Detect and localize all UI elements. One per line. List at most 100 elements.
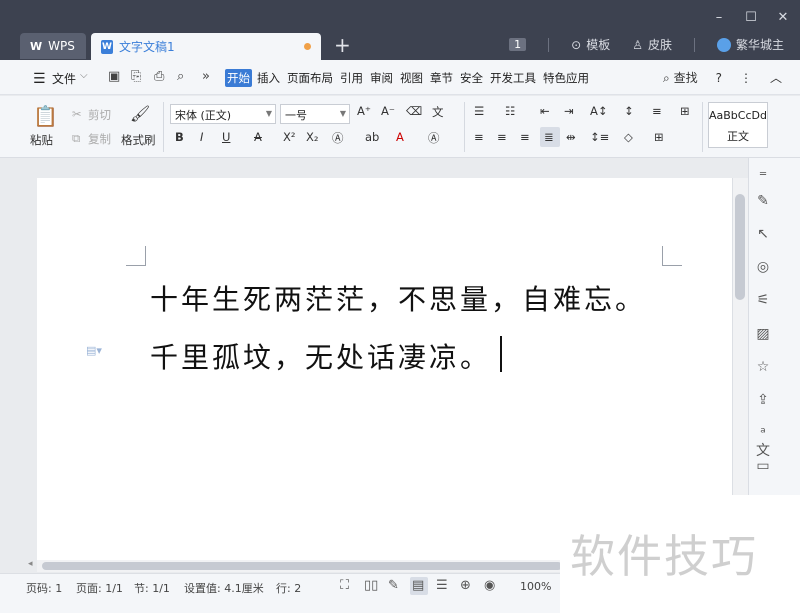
text-line-1[interactable]: 十年生死两茫茫，不思量，自难忘。	[150, 278, 646, 318]
align-justify-icon[interactable]: ≣	[544, 130, 554, 144]
paste-button[interactable]: 粘贴	[30, 132, 53, 148]
superscript-button[interactable]: X²	[283, 130, 296, 144]
format-painter-icon[interactable]: 🖌	[130, 104, 150, 123]
tab-special[interactable]: 特色应用	[541, 69, 591, 87]
align-center-icon[interactable]: ≡	[497, 130, 507, 144]
scroll-left-icon[interactable]: ◂	[28, 559, 33, 569]
image-icon[interactable]: ▨	[754, 325, 772, 343]
collapse-ribbon-icon[interactable]: ︿	[770, 69, 782, 86]
font-size-select[interactable]: 一号 ▼	[280, 104, 350, 124]
font-color-icon[interactable]: A	[396, 130, 404, 144]
tab-home[interactable]: 开始	[225, 69, 252, 87]
bold-button[interactable]: B	[175, 130, 184, 144]
read-mode-icon[interactable]: ▯▯	[364, 578, 378, 593]
minimize-button[interactable]: –	[712, 10, 726, 25]
writer-doc-icon: W	[101, 39, 113, 54]
search-button[interactable]: ⌕ 查找	[663, 69, 698, 86]
shading-icon[interactable]: ◇	[624, 130, 633, 144]
template-button[interactable]: ⊙ 模板	[571, 36, 610, 53]
star-icon[interactable]: ☆	[754, 358, 772, 376]
shapes-icon[interactable]: ◎	[754, 258, 772, 276]
hamburger-icon[interactable]: ☰	[33, 71, 46, 87]
grow-font-icon[interactable]: A⁺	[357, 104, 371, 118]
pinyin-icon[interactable]: 文	[432, 104, 444, 120]
tab-page-layout[interactable]: 页面布局	[285, 69, 335, 87]
help-button[interactable]: ?	[716, 71, 722, 85]
tab-security[interactable]: 安全	[458, 69, 485, 87]
copy-button[interactable]: 复制	[88, 131, 111, 147]
tab-review[interactable]: 审阅	[368, 69, 395, 87]
maximize-button[interactable]: ☐	[744, 10, 758, 25]
tab-view[interactable]: 视图	[398, 69, 425, 87]
pen-icon[interactable]: ✎	[754, 192, 772, 210]
style-sample: AaBbCcDd	[709, 109, 767, 122]
tab-document[interactable]: W 文字文稿1	[91, 33, 321, 60]
sort-icon[interactable]: ↕	[624, 104, 634, 118]
vertical-scroll-thumb[interactable]	[735, 194, 745, 300]
user-account[interactable]: 繁华城主	[716, 36, 784, 53]
print-preview-icon[interactable]: ⌕	[177, 69, 184, 84]
tab-section[interactable]: 章节	[428, 69, 455, 87]
tab-developer[interactable]: 开发工具	[488, 69, 538, 87]
increase-indent-icon[interactable]: ⇥	[564, 104, 574, 118]
tab-references[interactable]: 引用	[338, 69, 365, 87]
text-effect-icon[interactable]: Ⓐ	[332, 130, 344, 146]
paste-icon[interactable]: 📋	[33, 104, 58, 128]
zoom-level[interactable]: 100%	[520, 580, 551, 593]
page-view-icon[interactable]: ▤	[412, 578, 424, 593]
underline-button[interactable]: U	[222, 130, 230, 144]
italic-button[interactable]: I	[200, 130, 203, 144]
eye-protect-icon[interactable]: ◉	[484, 578, 495, 593]
tab-insert[interactable]: 插入	[255, 69, 282, 87]
more-commands-icon[interactable]: »	[202, 69, 210, 84]
strikethrough-button[interactable]: A	[254, 130, 262, 144]
text-line-2[interactable]: 千里孤坟，无处话凄凉。	[150, 336, 491, 376]
adjust-icon[interactable]: ⚟	[754, 291, 772, 309]
cut-button[interactable]: 剪切	[88, 107, 111, 123]
text-direction-icon[interactable]: A↕	[590, 104, 608, 118]
print-icon[interactable]: ⎙	[154, 69, 164, 84]
export-pdf-icon[interactable]: ⎘	[131, 69, 141, 84]
char-shading-icon[interactable]: Ⓐ	[428, 130, 440, 146]
table-icon[interactable]: ⊞	[680, 104, 690, 118]
line-spacing-icon[interactable]: ≡	[652, 104, 662, 118]
cursor-select-icon[interactable]: ↖	[754, 225, 772, 243]
skin-button[interactable]: ♙ 皮肤	[632, 36, 672, 53]
align-left-icon[interactable]: ≡	[474, 130, 484, 144]
format-painter-button[interactable]: 格式刷	[121, 132, 156, 148]
app-tab-wps[interactable]: W WPS	[20, 33, 86, 59]
paragraph-spacing-icon[interactable]: ↕≡	[590, 130, 609, 144]
style-normal[interactable]: AaBbCcDd 正文	[708, 102, 768, 148]
decrease-indent-icon[interactable]: ⇤	[540, 104, 550, 118]
shrink-font-icon[interactable]: A⁻	[381, 104, 395, 118]
subscript-button[interactable]: X₂	[306, 130, 319, 144]
web-view-icon[interactable]: ⊕	[460, 578, 471, 593]
write-mode-icon[interactable]: ✎	[388, 578, 399, 593]
numbering-icon[interactable]: ☷	[505, 104, 515, 118]
status-page: 页面: 1/1	[76, 582, 123, 595]
chevron-down-icon[interactable]: ⌵	[80, 70, 88, 81]
window-count-badge[interactable]: 1	[509, 38, 527, 51]
file-menu[interactable]: 文件	[52, 70, 76, 87]
bullets-icon[interactable]: ☰	[474, 104, 484, 118]
outline-view-icon[interactable]: ☰	[436, 578, 448, 593]
share-icon[interactable]: ⇪	[754, 391, 772, 409]
horizontal-scroll-thumb[interactable]	[42, 562, 562, 570]
template-label: 模板	[586, 38, 611, 52]
translate-icon[interactable]: ᵃ文	[754, 424, 772, 459]
close-button[interactable]: ✕	[776, 10, 790, 25]
fullscreen-icon[interactable]: ⛶	[340, 578, 349, 593]
paragraph-layout-icon[interactable]: ▤▾	[86, 344, 102, 357]
more-icon[interactable]: ⋮	[740, 71, 752, 85]
new-tab-button[interactable]: +	[334, 34, 351, 56]
save-icon[interactable]: ▣	[108, 69, 120, 84]
archive-icon[interactable]: ▭	[754, 457, 772, 475]
highlight-icon[interactable]: ab	[365, 130, 379, 144]
font-name-select[interactable]: 宋体 (正文) ▼	[170, 104, 276, 124]
borders-icon[interactable]: ⊞	[654, 130, 664, 144]
align-right-icon[interactable]: ≡	[520, 130, 530, 144]
status-section: 节: 1/1	[134, 582, 170, 595]
tab-document-label: 文字文稿1	[119, 40, 175, 54]
distributed-icon[interactable]: ⇹	[566, 130, 576, 144]
clear-format-icon[interactable]: ⌫	[406, 104, 422, 118]
